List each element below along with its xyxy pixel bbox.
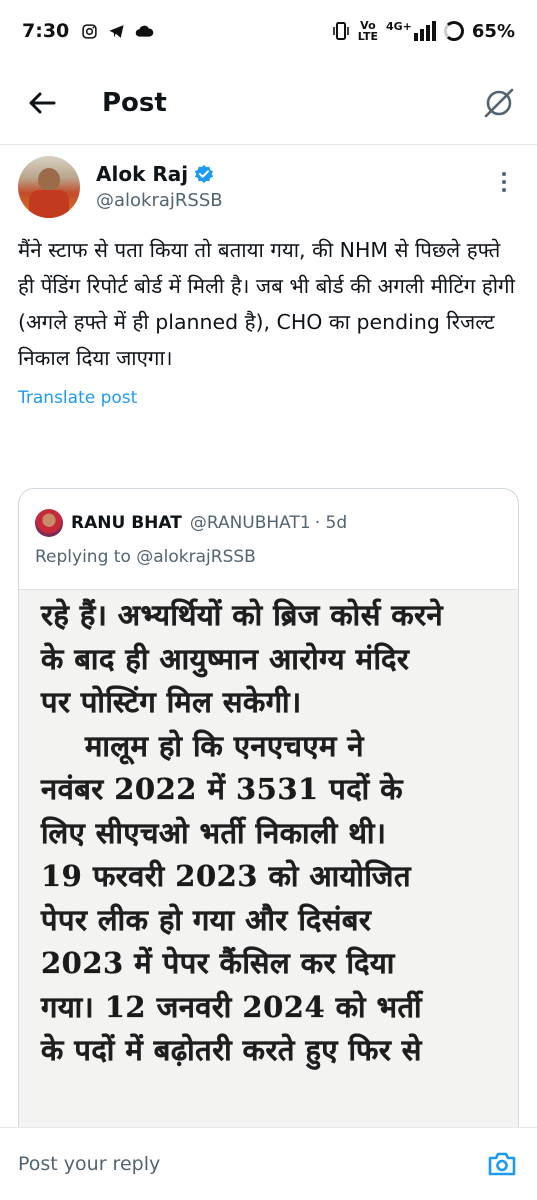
- quoted-author-name: RANU BHAT: [71, 513, 182, 533]
- volte-icon: Vo LTE: [358, 20, 378, 42]
- instagram-icon: [82, 23, 97, 39]
- news-line: नवंबर 2022 में 3531 पदों के: [41, 772, 404, 806]
- post-text: मैंने स्टाफ से पता किया तो बताया गया, की…: [18, 238, 515, 370]
- replying-prefix: Replying to: [35, 547, 137, 567]
- grok-icon: [484, 88, 514, 118]
- reply-bar: Post your reply: [0, 1127, 537, 1200]
- news-line: के बाद ही आयुष्मान आरोग्य मंदिर: [41, 641, 410, 676]
- signal-icon: 4G+: [386, 21, 436, 41]
- news-line: 19 फरवरी 2023 को आयोजित: [41, 859, 411, 893]
- quoted-author-handle: @RANUBHAT1: [189, 513, 311, 533]
- news-line: पर पोस्टिंग मिल सकेगी।: [41, 685, 302, 719]
- news-line: लिए सीएचओ भर्ती निकाली थी।: [41, 815, 387, 850]
- quoted-avatar: [35, 509, 63, 537]
- app-header: Post: [0, 62, 537, 144]
- replying-to: Replying to @alokrajRSSB: [19, 537, 518, 567]
- status-time: 7:30: [22, 20, 70, 42]
- news-line: 2023 में पेपर कैंसिल कर दिया: [41, 946, 395, 980]
- author-row: Alok Raj @alokrajRSSB: [0, 156, 537, 218]
- volte-bottom: LTE: [357, 30, 378, 43]
- quoted-post[interactable]: RANU BHAT @RANUBHAT1 · 5d Replying to @a…: [18, 488, 519, 1200]
- arrow-left-icon: [29, 92, 56, 114]
- vibrate-icon: [332, 22, 349, 40]
- translate-post-link[interactable]: Translate post: [0, 388, 537, 408]
- author-name[interactable]: Alok Raj: [96, 162, 188, 186]
- status-bar: 7:30 Vo LTE 4G+ 65%: [0, 0, 537, 62]
- network-type: 4G+: [386, 20, 412, 33]
- avatar[interactable]: [18, 156, 80, 218]
- news-line: मालूम हो कि एनएचएम ने: [85, 728, 364, 763]
- quoted-post-time: · 5d: [314, 513, 348, 533]
- author-info: Alok Raj @alokrajRSSB: [96, 162, 223, 211]
- author-handle[interactable]: @alokrajRSSB: [96, 190, 223, 211]
- news-line: पेपर लीक हो गया और दिसंबर: [41, 902, 372, 937]
- grok-button[interactable]: [479, 83, 519, 123]
- news-line: गया। 12 जनवरी 2024 को भर्ती: [41, 989, 423, 1024]
- quoted-post-header: RANU BHAT @RANUBHAT1 · 5d: [19, 489, 518, 537]
- battery-percent: 65%: [471, 20, 515, 42]
- header-divider: [0, 144, 537, 145]
- back-button[interactable]: [12, 73, 72, 133]
- verified-badge-icon: [195, 164, 214, 184]
- replying-mention: @alokrajRSSB: [136, 547, 256, 567]
- news-line: के पदों में बढ़ोतरी करते हुए फिर से: [41, 1033, 422, 1067]
- camera-button[interactable]: [485, 1147, 519, 1181]
- notification-icons: [81, 23, 154, 40]
- camera-icon: [488, 1152, 516, 1176]
- page-title: Post: [102, 88, 167, 118]
- reply-input[interactable]: Post your reply: [18, 1153, 485, 1175]
- news-line: रहे हैं। अभ्यर्थियों को ब्रिज कोर्स करने: [41, 598, 444, 632]
- telegram-icon: [109, 24, 124, 38]
- newspaper-clipping-image[interactable]: रहे हैं। अभ्यर्थियों को ब्रिज कोर्स करने…: [19, 589, 518, 1200]
- post: Alok Raj @alokrajRSSB मैंने स्टाफ से पता…: [0, 156, 537, 408]
- cloud-icon: [135, 25, 154, 37]
- more-options-button[interactable]: [489, 172, 519, 192]
- battery-icon: [443, 21, 464, 41]
